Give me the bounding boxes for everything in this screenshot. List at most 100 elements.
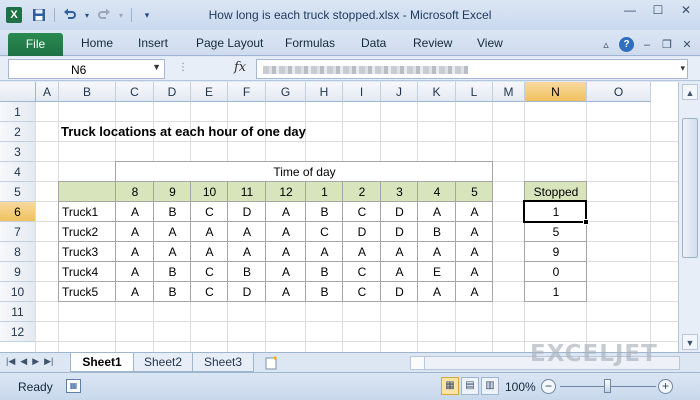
location-cell[interactable]: A — [154, 242, 191, 262]
tab-formulas[interactable]: Formulas — [285, 36, 335, 50]
stopped-value[interactable]: 1 — [525, 282, 587, 302]
location-cell[interactable]: A — [116, 222, 154, 242]
hour-header[interactable]: 1 — [306, 182, 343, 202]
fill-handle[interactable] — [583, 219, 589, 225]
hour-header[interactable]: 8 — [116, 182, 154, 202]
location-cell[interactable]: A — [266, 202, 306, 222]
stopped-value[interactable]: 5 — [525, 222, 587, 242]
location-cell[interactable]: A — [116, 202, 154, 222]
name-box-dropdown-icon[interactable]: ▼ — [152, 62, 161, 72]
column-header-n[interactable]: N — [525, 82, 587, 102]
row-header-12[interactable]: 12 — [0, 322, 36, 342]
sheet-tab-sheet1[interactable]: Sheet1 — [70, 353, 134, 372]
location-cell[interactable]: B — [154, 262, 191, 282]
zoom-slider-thumb[interactable] — [604, 379, 611, 393]
location-cell[interactable]: C — [191, 282, 228, 302]
location-cell[interactable]: A — [116, 262, 154, 282]
scroll-up-icon[interactable]: ▲ — [682, 84, 698, 100]
location-cell[interactable]: A — [456, 282, 493, 302]
location-cell[interactable]: D — [343, 222, 381, 242]
row-header-10[interactable]: 10 — [0, 282, 36, 302]
zoom-out-icon[interactable]: − — [541, 379, 556, 394]
workbook-minimize-icon[interactable]: – — [640, 38, 654, 52]
insert-function-icon[interactable]: fx — [234, 60, 246, 75]
row-header-5[interactable]: 5 — [0, 182, 36, 202]
location-cell[interactable]: A — [343, 242, 381, 262]
tab-page-layout[interactable]: Page Layout — [196, 36, 263, 50]
location-cell[interactable]: A — [381, 242, 418, 262]
tab-home[interactable]: Home — [81, 36, 113, 50]
page-break-view-icon[interactable]: ▥ — [481, 377, 499, 395]
truck-name[interactable]: Truck3 — [62, 242, 116, 262]
location-cell[interactable]: A — [116, 282, 154, 302]
location-cell[interactable]: A — [154, 222, 191, 242]
row-header-4[interactable]: 4 — [0, 162, 36, 182]
location-cell[interactable]: A — [116, 242, 154, 262]
row-header-8[interactable]: 8 — [0, 242, 36, 262]
location-cell[interactable]: B — [154, 282, 191, 302]
tab-insert[interactable]: Insert — [138, 36, 168, 50]
location-cell[interactable]: A — [266, 262, 306, 282]
vertical-scroll-thumb[interactable] — [682, 118, 698, 258]
location-cell[interactable]: B — [306, 262, 343, 282]
location-cell[interactable]: B — [154, 202, 191, 222]
macro-record-icon[interactable]: ▦ — [66, 379, 81, 393]
column-header-a[interactable]: A — [36, 82, 59, 102]
location-cell[interactable]: D — [228, 202, 266, 222]
column-header-b[interactable]: B — [59, 82, 116, 102]
splitter-handle-icon[interactable]: ⋮ — [178, 62, 188, 73]
location-cell[interactable]: C — [191, 262, 228, 282]
location-cell[interactable]: A — [228, 222, 266, 242]
location-cell[interactable]: A — [418, 202, 456, 222]
location-cell[interactable]: A — [456, 242, 493, 262]
truck-name[interactable]: Truck4 — [62, 262, 116, 282]
truck-name[interactable]: Truck2 — [62, 222, 116, 242]
sheet-tab-sheet3[interactable]: Sheet3 — [192, 353, 254, 372]
name-box[interactable]: N6 ▼ — [8, 59, 165, 79]
location-cell[interactable]: A — [266, 242, 306, 262]
vertical-scrollbar[interactable]: ▲ ▼ — [678, 82, 700, 352]
column-header-j[interactable]: J — [381, 82, 418, 102]
truck-name[interactable]: Truck1 — [62, 202, 116, 222]
prev-sheet-icon[interactable]: ◀ — [20, 356, 27, 367]
column-header-d[interactable]: D — [154, 82, 191, 102]
location-cell[interactable]: A — [191, 222, 228, 242]
first-sheet-icon[interactable]: |◀ — [6, 356, 15, 367]
column-header-m[interactable]: M — [493, 82, 525, 102]
hour-header[interactable]: 4 — [418, 182, 456, 202]
location-cell[interactable]: B — [228, 262, 266, 282]
location-cell[interactable]: C — [343, 202, 381, 222]
location-cell[interactable]: E — [418, 262, 456, 282]
truck-name[interactable]: Truck5 — [62, 282, 116, 302]
location-cell[interactable]: A — [418, 242, 456, 262]
column-header-c[interactable]: C — [116, 82, 154, 102]
location-cell[interactable]: A — [456, 202, 493, 222]
column-header-l[interactable]: L — [456, 82, 493, 102]
row-header-6[interactable]: 6 — [0, 202, 36, 222]
maximize-icon[interactable]: ☐ — [644, 0, 672, 20]
location-cell[interactable]: A — [306, 242, 343, 262]
last-sheet-icon[interactable]: ▶| — [44, 356, 53, 367]
file-tab[interactable]: File — [8, 33, 63, 56]
stopped-value[interactable]: 9 — [525, 242, 587, 262]
location-cell[interactable]: D — [381, 222, 418, 242]
column-header-f[interactable]: F — [228, 82, 266, 102]
column-header-e[interactable]: E — [191, 82, 228, 102]
formula-input[interactable]: ▾ — [256, 59, 688, 79]
row-header-11[interactable]: 11 — [0, 302, 36, 322]
location-cell[interactable]: C — [343, 262, 381, 282]
tab-view[interactable]: View — [477, 36, 503, 50]
location-cell[interactable]: B — [306, 202, 343, 222]
row-header-9[interactable]: 9 — [0, 262, 36, 282]
insert-sheet-icon[interactable] — [264, 355, 280, 371]
location-cell[interactable]: A — [266, 222, 306, 242]
stopped-value[interactable]: 0 — [525, 262, 587, 282]
location-cell[interactable]: A — [456, 222, 493, 242]
location-cell[interactable]: D — [381, 202, 418, 222]
column-header-i[interactable]: I — [343, 82, 381, 102]
expand-formula-bar-icon[interactable]: ▾ — [680, 63, 685, 74]
active-cell-n6[interactable] — [523, 200, 587, 223]
hour-header[interactable]: 10 — [191, 182, 228, 202]
next-sheet-icon[interactable]: ▶ — [32, 356, 39, 367]
location-cell[interactable]: A — [418, 282, 456, 302]
